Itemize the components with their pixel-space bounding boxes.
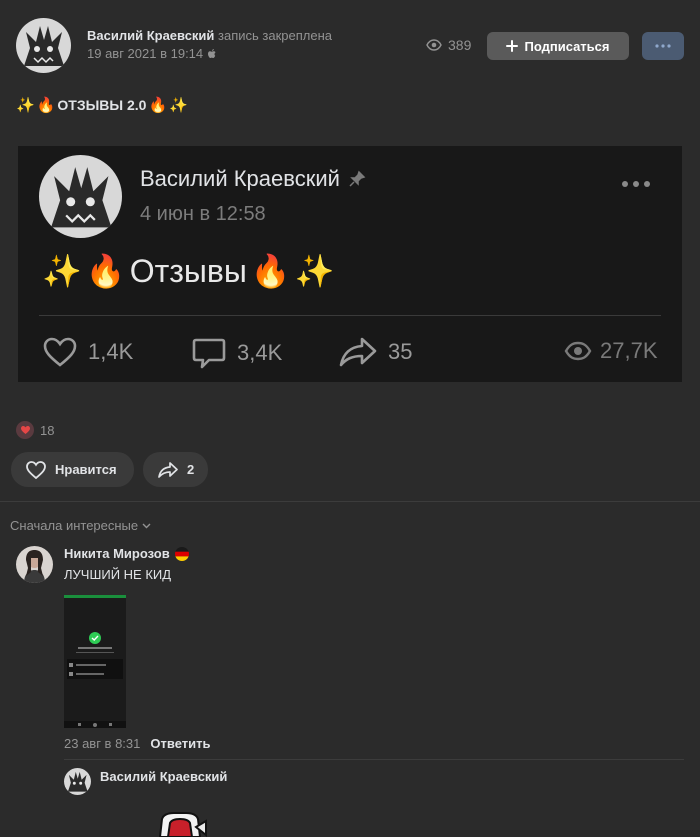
demon-avatar-icon [64, 768, 91, 795]
fire-icon: 🔥 [36, 97, 56, 114]
commenter-avatar[interactable] [16, 546, 53, 583]
share-arrow-icon [158, 461, 178, 478]
embed-likes: 1,4K [88, 339, 134, 364]
like-button[interactable]: Нравится [11, 452, 134, 487]
sticker-image [158, 812, 207, 837]
eye-icon [426, 39, 442, 51]
comments-sort-label: Сначала интересные [10, 518, 139, 533]
post-date[interactable]: 19 авг 2021 в 19:14 [87, 46, 203, 61]
embed-date: 4 июн в 12:58 [140, 203, 266, 225]
fire-icon: 🔥 [85, 253, 126, 289]
fire-icon: 🔥 [148, 97, 168, 114]
comment-date[interactable]: 23 авг в 8:31 [64, 736, 140, 751]
heart-reaction-icon [16, 421, 34, 439]
section-divider [0, 501, 700, 502]
fire-icon: 🔥 [250, 253, 291, 289]
share-button[interactable]: 2 [143, 452, 208, 487]
apple-icon [208, 48, 216, 58]
reply-divider [64, 759, 684, 760]
reactions-summary[interactable]: 18 [16, 421, 54, 439]
sparkles-icon: ✨ [169, 97, 188, 114]
embed-title: Отзывы [129, 252, 247, 289]
more-dots-icon [655, 44, 671, 48]
sparkles-icon: ✨ [42, 253, 82, 289]
embed-comments: 3,4K [237, 340, 283, 365]
post-views: 389 [448, 37, 472, 53]
subscribe-button[interactable]: Подписаться [487, 32, 629, 60]
share-count: 2 [187, 462, 195, 477]
eye-icon [564, 341, 592, 361]
plus-icon [506, 40, 519, 52]
embed-shares: 35 [388, 339, 413, 364]
heart-outline-icon [43, 337, 77, 367]
demon-avatar-icon [39, 155, 122, 238]
germany-flag-icon [174, 546, 189, 561]
comments-sort-dropdown[interactable]: Сначала интересные [10, 518, 151, 533]
commenter-name[interactable]: Никита Мирозов [64, 546, 170, 561]
sparkles-icon: ✨ [294, 253, 335, 289]
post-text: ОТЗЫВЫ 2.0 [57, 97, 147, 113]
heart-outline-icon [26, 460, 46, 479]
share-arrow-icon [339, 337, 377, 367]
user-photo-icon [16, 546, 53, 583]
embed-views: 27,7K [600, 338, 658, 363]
reply-link[interactable]: Ответить [150, 736, 210, 751]
pinned-label: запись закреплена [218, 28, 333, 43]
comment-text: ЛУЧШИЙ НЕ КИД [64, 567, 172, 582]
sparkles-icon: ✨ [16, 97, 35, 114]
demon-avatar-icon [16, 18, 71, 73]
more-dots-icon [622, 181, 650, 187]
comment-image[interactable] [64, 595, 126, 728]
reactions-count: 18 [40, 422, 55, 438]
author-avatar[interactable] [16, 18, 71, 73]
embed-author-name: Василий Краевский [140, 166, 340, 191]
pin-icon [349, 170, 366, 187]
comment-icon [192, 338, 226, 369]
reply-author-name[interactable]: Василий Краевский [100, 769, 227, 784]
chevron-down-icon [142, 523, 151, 528]
post-more-button[interactable] [642, 32, 684, 60]
embed-divider [39, 315, 661, 316]
like-label: Нравится [55, 462, 117, 477]
subscribe-label: Подписаться [524, 38, 610, 54]
check-circle-icon [89, 632, 101, 644]
embed-avatar [39, 155, 122, 238]
post-author-name[interactable]: Василий Краевский [87, 28, 214, 43]
attached-image[interactable]: Василий Краевский 4 июн в 12:58 ✨ 🔥 Отзы… [18, 146, 682, 382]
reply-author-avatar[interactable] [64, 768, 91, 795]
